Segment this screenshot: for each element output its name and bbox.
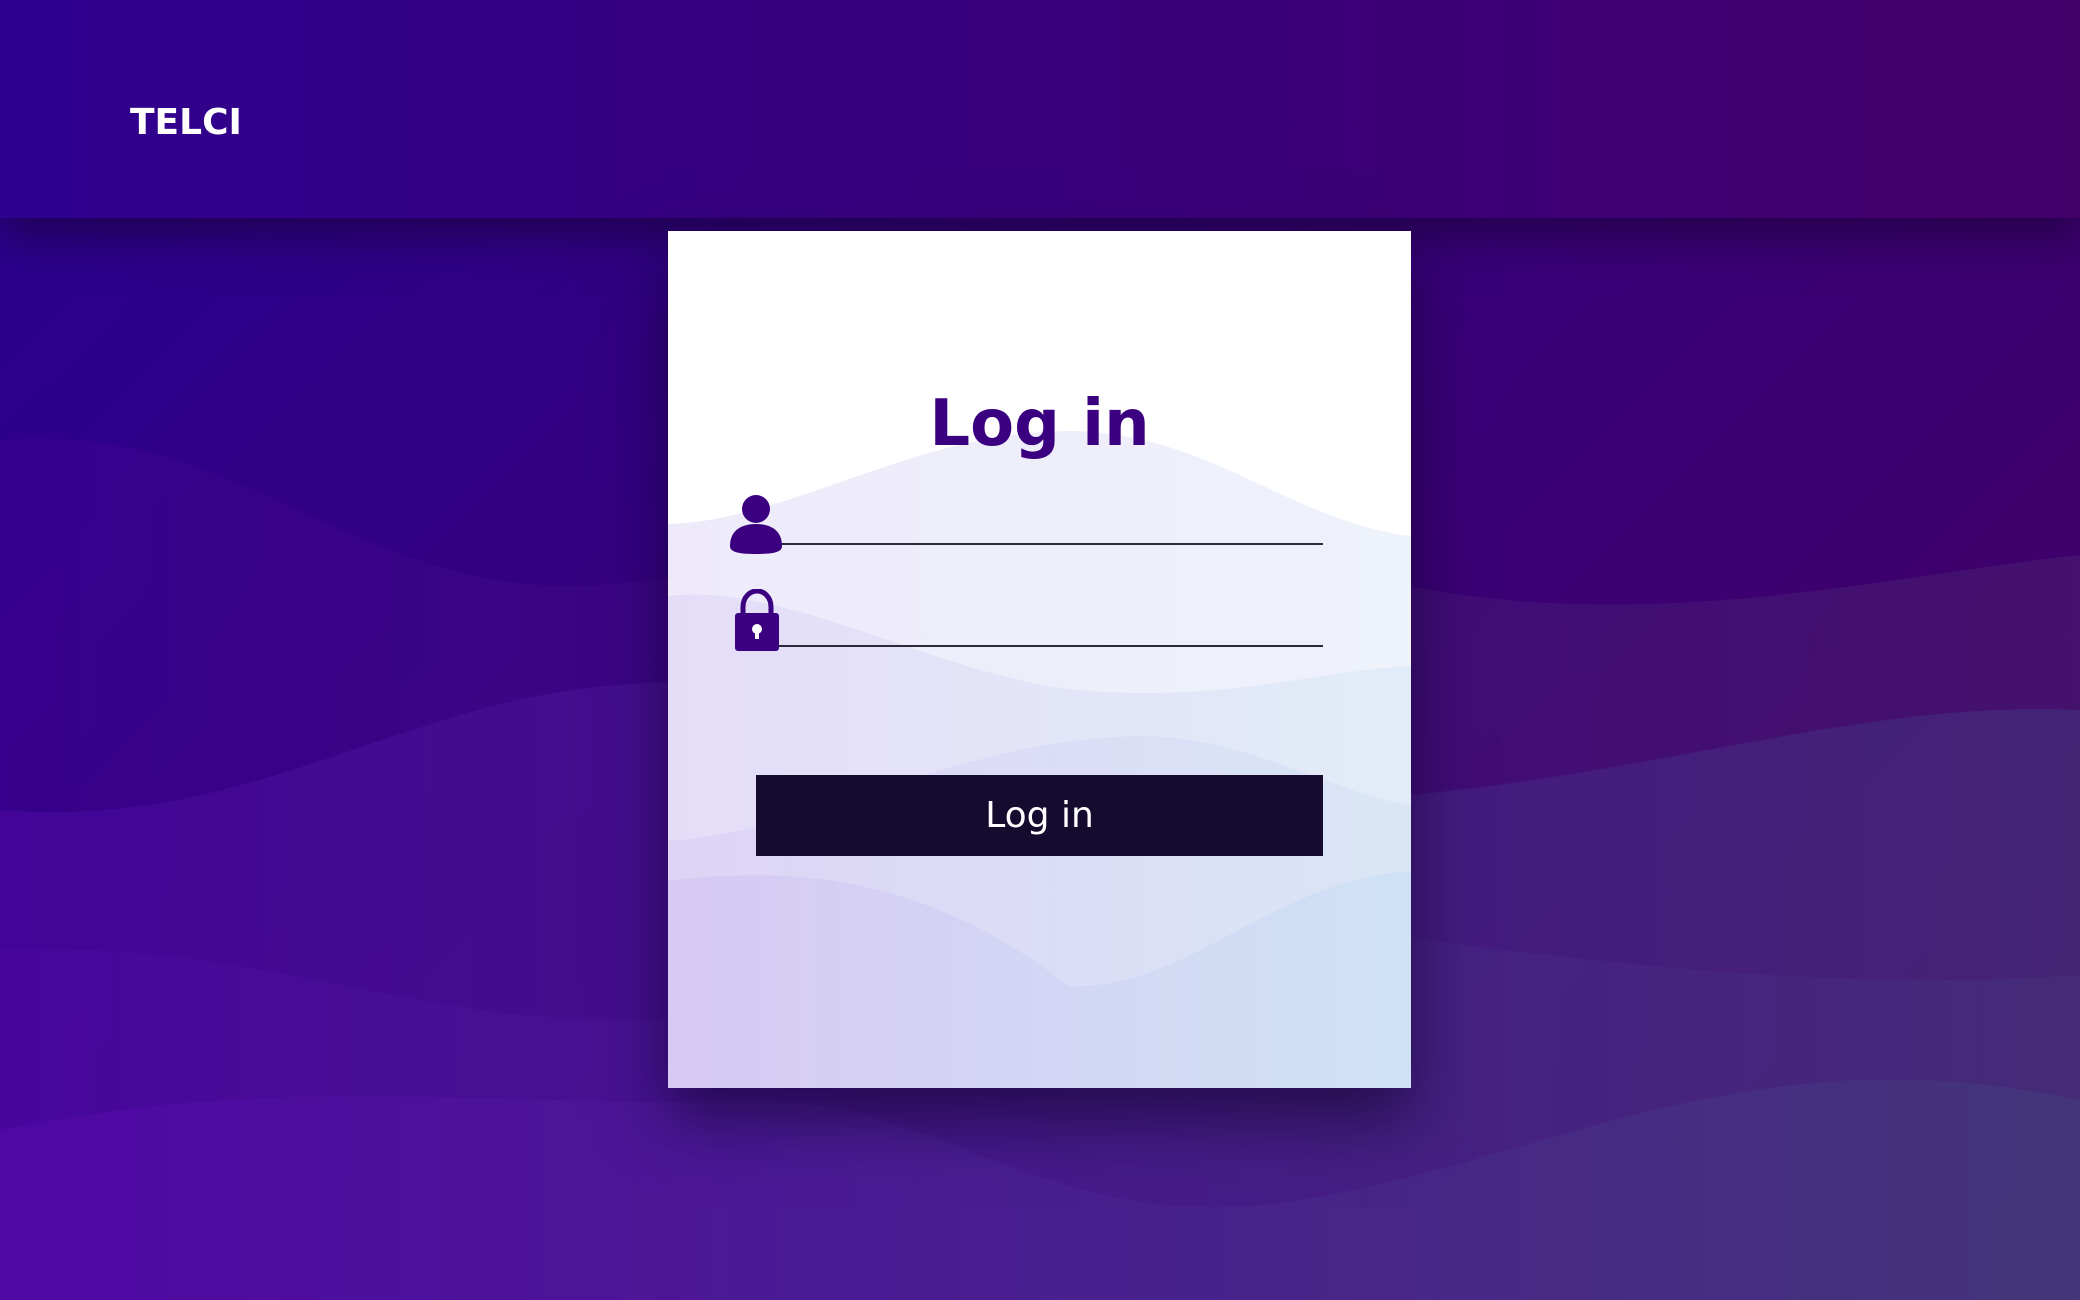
brand-logo-text[interactable]: TELCI [130, 102, 242, 143]
username-input[interactable] [756, 493, 1323, 543]
login-page: TELCI Log in Log in [0, 0, 2080, 1300]
user-icon [728, 494, 784, 558]
password-field[interactable] [756, 595, 1323, 647]
password-input[interactable] [756, 595, 1323, 645]
top-bar: TELCI [0, 0, 2080, 218]
lock-icon [733, 588, 781, 657]
login-card: Log in Log in [668, 231, 1411, 1088]
card-background-waves [668, 431, 1411, 1088]
username-field[interactable] [756, 493, 1323, 545]
login-button[interactable]: Log in [756, 775, 1323, 856]
login-title: Log in [929, 386, 1150, 461]
